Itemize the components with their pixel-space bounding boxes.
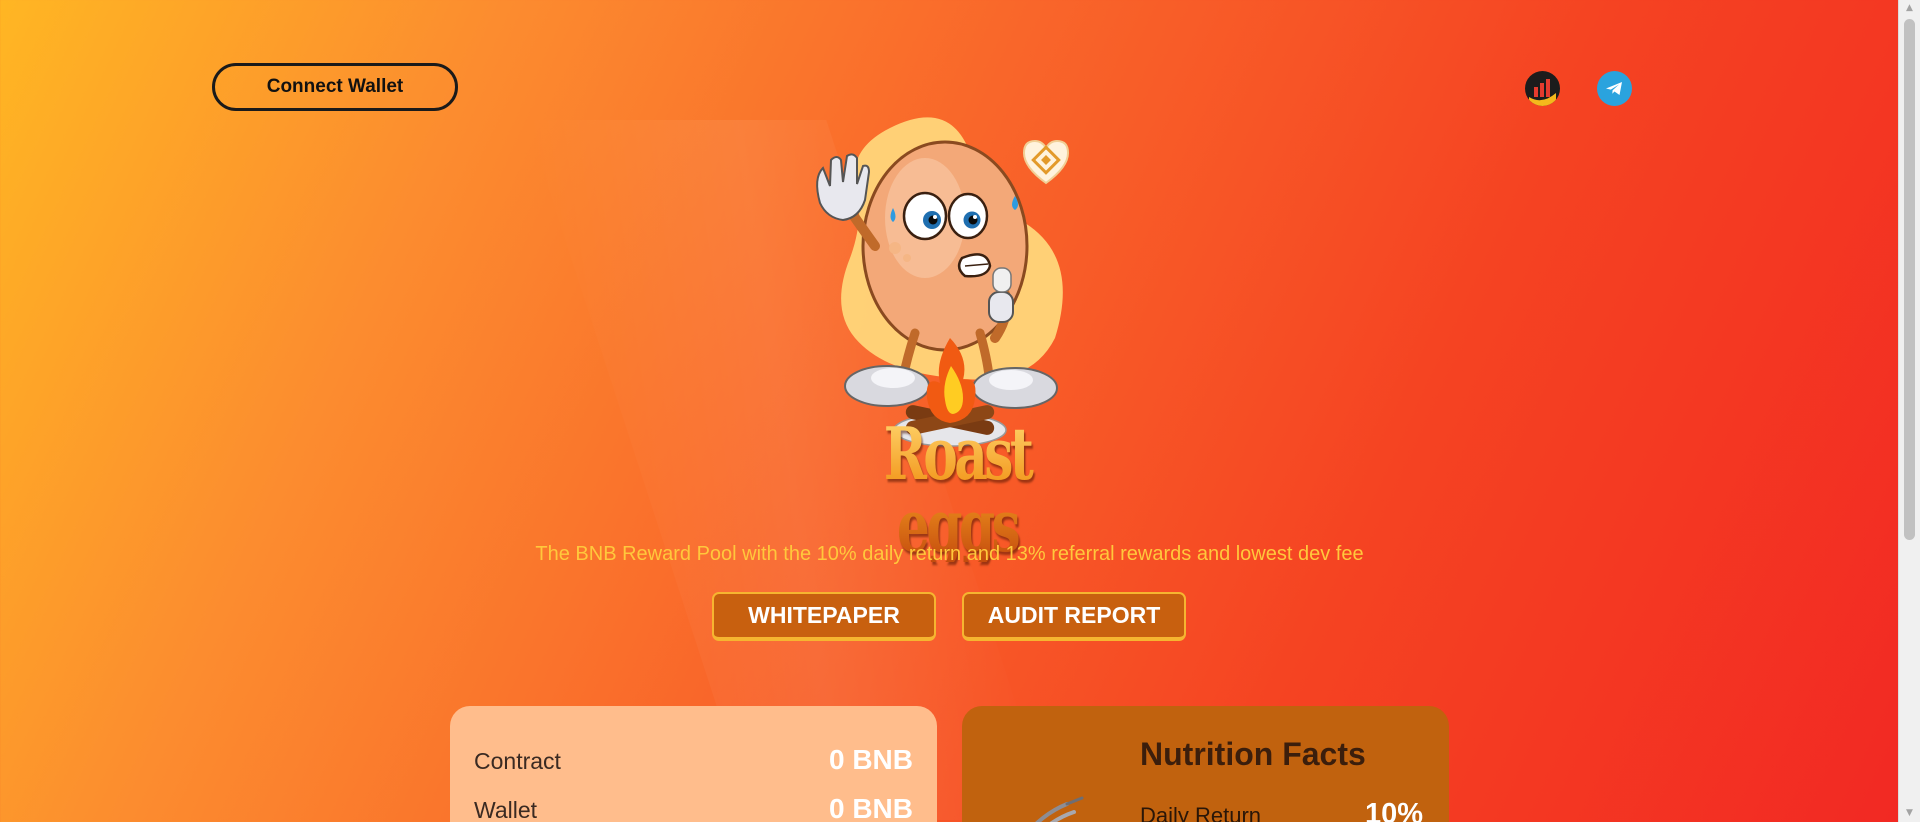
wallet-value: 0 BNB xyxy=(828,793,913,822)
balances-card: Contract 0 BNB Wallet 0 BNB xyxy=(450,706,937,822)
scrollbar[interactable]: ▲ ▼ xyxy=(1898,0,1920,822)
contract-value: 0 BNB xyxy=(828,744,913,775)
daily-return-value: 10% xyxy=(1364,798,1423,822)
telegram-icon[interactable] xyxy=(1597,71,1632,106)
wallet-label: Wallet xyxy=(474,797,538,822)
wallet-balance-row: Wallet 0 BNB xyxy=(474,793,913,822)
audit-report-button[interactable]: AUDIT REPORT xyxy=(962,592,1186,641)
contract-label: Contract xyxy=(474,748,561,774)
nutrition-facts-card: Nutrition Facts Daily Return 10% xyxy=(962,706,1449,822)
nutrition-title: Nutrition Facts xyxy=(1140,736,1366,772)
logo-text: Roast eggs xyxy=(853,418,1062,562)
contract-balance-row: Contract 0 BNB xyxy=(474,744,913,776)
connect-wallet-button[interactable]: Connect Wallet xyxy=(212,63,458,111)
bnb-heart-badge xyxy=(1022,139,1070,185)
scrollbar-thumb[interactable] xyxy=(1904,19,1915,540)
grill-icon xyxy=(1035,796,1084,822)
chart-icon[interactable] xyxy=(1525,71,1560,106)
daily-return-label: Daily Return xyxy=(1140,803,1262,822)
whitepaper-button[interactable]: WHITEPAPER xyxy=(712,592,936,641)
scroll-up-icon[interactable]: ▲ xyxy=(1899,0,1920,17)
tagline: The BNB Reward Pool with the 10% daily r… xyxy=(535,543,1364,565)
daily-return-row: Daily Return 10% xyxy=(1140,798,1423,822)
scroll-down-icon[interactable]: ▼ xyxy=(1899,805,1920,822)
